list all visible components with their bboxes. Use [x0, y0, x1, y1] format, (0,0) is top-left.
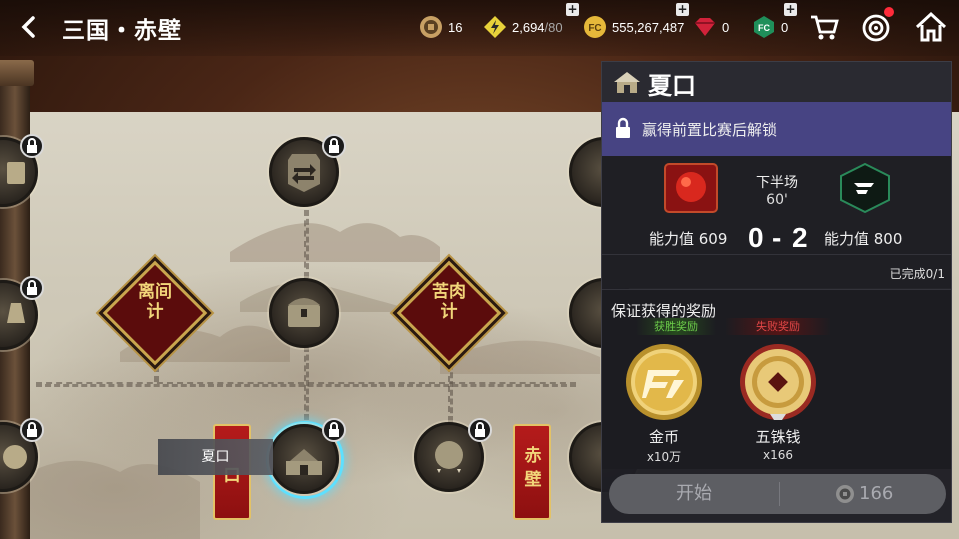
- lock-icon: [616, 117, 630, 138]
- map-node-chest[interactable]: [269, 278, 339, 348]
- home-score: 0: [748, 222, 764, 253]
- resource-value: 0: [781, 19, 789, 35]
- home-power: 能力值 609: [649, 230, 728, 248]
- win-reward-tag: 获胜奖励: [636, 318, 716, 335]
- reward-quantity: x166: [762, 448, 793, 462]
- start-divider: [779, 482, 780, 506]
- lose-reward-tag: 失败奖励: [725, 318, 831, 335]
- resource-value: 0: [722, 19, 730, 35]
- match-info: 下半场 60' 能力值 609 0 - 2 能力值 800: [602, 156, 951, 254]
- resource-green-gem[interactable]: FC 0: [752, 14, 788, 40]
- resource-max: /80: [544, 19, 563, 35]
- shop-button[interactable]: [807, 10, 841, 44]
- home-button[interactable]: [914, 10, 948, 44]
- reward-wuzhu[interactable]: 五铢钱 x166: [733, 342, 823, 462]
- progress-row: 已完成0/1: [602, 254, 951, 288]
- reward-name: 金币: [648, 428, 679, 446]
- copper-coin-icon: [836, 484, 854, 503]
- resource-red-gem[interactable]: 0: [693, 14, 729, 40]
- lock-icon: [20, 418, 44, 442]
- gold-coin-icon: [626, 344, 702, 420]
- home-team-logo-icon: [664, 163, 718, 213]
- match-minute: 60': [766, 192, 788, 208]
- start-bar: 开始 166: [609, 474, 946, 514]
- away-score: 2: [792, 222, 808, 253]
- fortress-icon: [614, 72, 640, 93]
- banner-label: 赤壁: [524, 446, 542, 490]
- strategy-node-label: 苦肉计: [432, 282, 466, 322]
- path-line: [304, 346, 309, 420]
- add-energy-button[interactable]: +: [566, 3, 579, 16]
- path-line: [304, 210, 309, 278]
- cost-value: 166: [859, 483, 894, 504]
- cart-icon: [811, 15, 839, 40]
- reward-quantity: x10万: [646, 450, 682, 464]
- add-gold-button[interactable]: +: [676, 3, 689, 16]
- lock-icon: [322, 134, 346, 158]
- back-button[interactable]: [14, 12, 44, 42]
- resource-value: 555,267,487: [612, 19, 685, 35]
- node-tooltip: 夏口: [158, 439, 273, 475]
- home-icon: [915, 11, 947, 42]
- lock-icon: [322, 418, 346, 442]
- stage-detail-panel: 夏口 赢得前置比赛后解锁 下半场 60' 能力值 609 0 - 2 能力值 8…: [601, 61, 952, 523]
- add-gem-button[interactable]: +: [784, 3, 797, 16]
- lightning-icon: [484, 16, 506, 38]
- scroll-rod-cap: [0, 60, 34, 86]
- score-separator: -: [772, 222, 782, 253]
- resource-value: 2,694: [512, 19, 545, 35]
- start-button[interactable]: 开始: [609, 474, 779, 514]
- wuzhu-coin-icon: [740, 344, 816, 420]
- svg-text:FC: FC: [588, 23, 601, 34]
- reward-gold[interactable]: 金币 x10万: [619, 342, 709, 465]
- notification-dot: [884, 7, 894, 17]
- away-team-logo-icon: [840, 163, 890, 213]
- chest-icon: [288, 298, 320, 327]
- svg-text:FC: FC: [758, 23, 770, 33]
- start-cost: 166: [835, 483, 893, 504]
- page-title: 三国・赤壁: [62, 18, 182, 44]
- copper-coin-icon: [420, 16, 442, 38]
- away-power: 能力值 800: [824, 230, 903, 248]
- progress-text: 已完成0/1: [889, 267, 945, 281]
- resource-energy[interactable]: 2,694/80: [483, 14, 563, 40]
- unlock-notice: 赢得前置比赛后解锁: [602, 102, 951, 156]
- red-gem-icon: [695, 18, 715, 36]
- resource-copper[interactable]: 16: [419, 14, 462, 40]
- green-gem-icon: FC: [754, 16, 774, 38]
- lock-icon: [20, 134, 44, 158]
- chevron-left-icon: [21, 16, 35, 38]
- reward-name: 五铢钱: [755, 428, 801, 446]
- battle-banner-chibi[interactable]: 赤壁: [513, 424, 551, 520]
- unlock-text: 赢得前置比赛后解锁: [642, 121, 778, 139]
- gold-coin-icon: FC: [584, 16, 606, 38]
- lock-icon: [468, 418, 492, 442]
- panel-header: 夏口: [602, 62, 951, 102]
- resource-gold[interactable]: FC 555,267,487: [583, 14, 684, 40]
- resource-value: 16: [448, 19, 463, 35]
- strategy-node-label: 离间计: [138, 282, 172, 322]
- match-half: 下半场: [756, 175, 798, 191]
- lock-icon: [20, 276, 44, 300]
- panel-title: 夏口: [648, 72, 696, 100]
